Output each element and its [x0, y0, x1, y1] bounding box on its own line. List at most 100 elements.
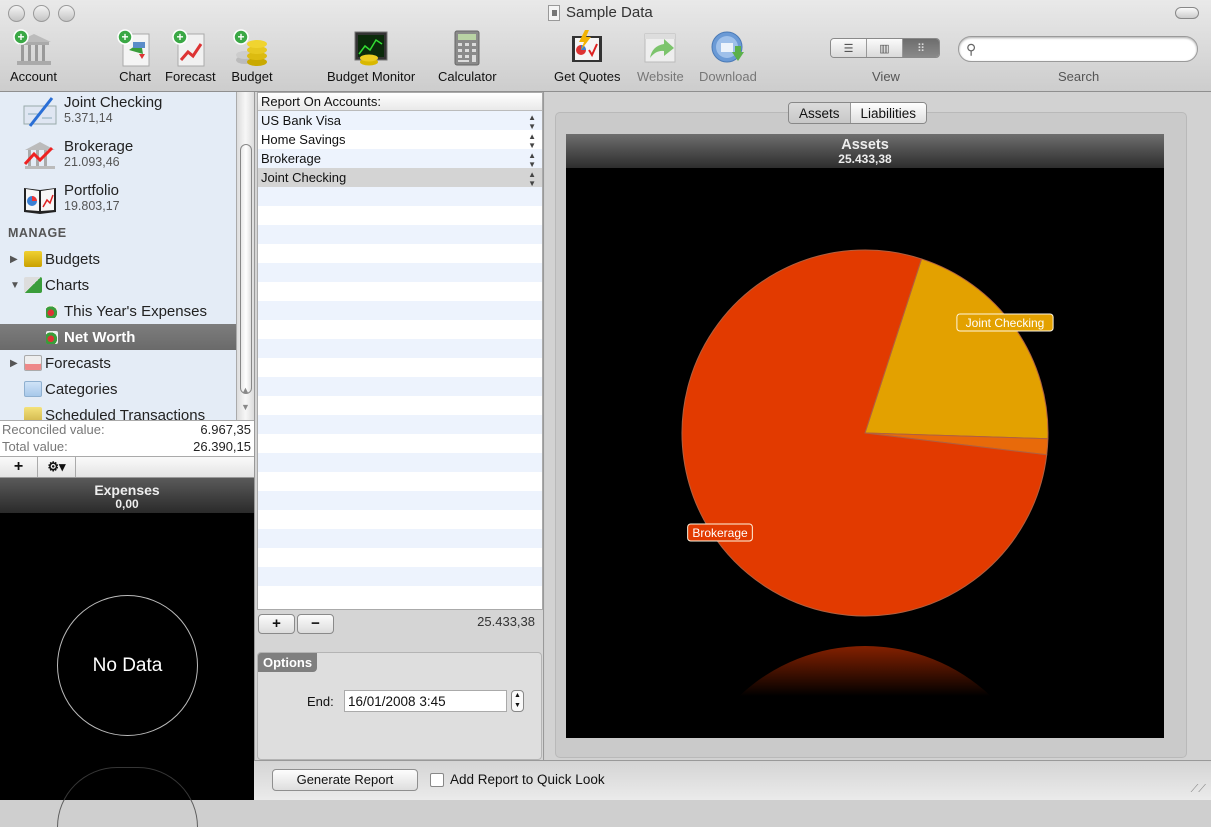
toolbar-account-button[interactable]: + Account [10, 28, 57, 84]
empty-row [258, 244, 542, 263]
sidebar-item-this-years-expenses[interactable]: This Year's Expenses [0, 298, 236, 324]
sidebar-scrollbar[interactable]: ▲ ▼ [236, 92, 254, 420]
add-account-button[interactable]: + [258, 614, 295, 634]
chart-subtitle: 25.433,38 [838, 152, 892, 166]
sidebar: Joint Checking 5.371,14 Brokerage 21.093,4… [0, 92, 236, 420]
disclosure-triangle-icon[interactable]: ▶ [10, 254, 20, 265]
scroll-down-arrow-icon[interactable]: ▼ [241, 402, 250, 412]
checking-account-icon [23, 97, 57, 127]
mini-chart-title: Expenses [94, 482, 160, 498]
empty-row [258, 567, 542, 586]
tab-assets[interactable]: Assets [789, 103, 851, 123]
toolbar-label: Download [699, 69, 757, 84]
account-popup-arrows-icon[interactable]: ▲ ▼ [528, 132, 536, 150]
zoom-button[interactable] [58, 5, 75, 22]
folder-icon [24, 381, 42, 397]
toolbar-download-button[interactable]: Download [699, 28, 757, 84]
account-popup-arrows-icon[interactable]: ▲ ▼ [528, 113, 536, 131]
empty-row [258, 491, 542, 510]
view-list-button[interactable]: ☰ [831, 39, 867, 57]
sidebar-item-forecasts[interactable]: ▶ Forecasts [0, 350, 236, 376]
quick-look-label[interactable]: Add Report to Quick Look [450, 772, 605, 787]
total-label: Total value: [2, 439, 68, 454]
svg-text:+: + [237, 30, 244, 44]
stepper-down-icon[interactable]: ▼ [512, 701, 523, 711]
sidebar-account-portfolio[interactable]: Portfolio 19.803,17 [22, 182, 120, 216]
remove-account-button[interactable]: − [297, 614, 334, 634]
pie-reflection [739, 646, 991, 696]
toolbar-label: Budget Monitor [327, 69, 416, 84]
resize-grip-icon[interactable]: ⟋⟋ [1191, 783, 1206, 796]
report-account-row[interactable]: Home Savings ▲ ▼ [258, 130, 542, 150]
add-forecast-icon: + [172, 29, 205, 67]
document-icon [548, 4, 560, 21]
scrollbar-thumb[interactable] [240, 144, 252, 394]
scroll-up-arrow-icon[interactable]: ▲ [241, 385, 250, 395]
account-popup-arrows-icon[interactable]: ▲ ▼ [528, 170, 536, 188]
stepper-up-icon[interactable]: ▲ [512, 691, 523, 701]
empty-row [258, 586, 542, 605]
report-accounts-header: Report On Accounts: [258, 93, 542, 111]
minimize-button[interactable] [33, 5, 50, 22]
search-input[interactable]: ⚲ [958, 36, 1198, 62]
add-budget-icon: + [233, 29, 267, 66]
view-coverflow-button[interactable]: ▥ [867, 39, 903, 57]
sidebar-item-charts[interactable]: ▼ Charts [0, 272, 236, 298]
chart-type-tabs: Assets Liabilities [788, 102, 928, 124]
view-label: View [872, 69, 900, 84]
window-controls [8, 5, 75, 22]
tab-liabilities[interactable]: Liabilities [850, 103, 927, 123]
close-button[interactable] [8, 5, 25, 22]
empty-row [258, 453, 542, 472]
sidebar-action-bar: + ⚙▾ [0, 456, 254, 478]
toolbar-website-button[interactable]: Website [637, 28, 684, 84]
sidebar-gear-menu-button[interactable]: ⚙▾ [38, 457, 76, 477]
report-settings-panel: Report On Accounts: US Bank Visa ▲ ▼ Home S… [254, 92, 544, 760]
report-account-row[interactable]: Joint Checking ▲ ▼ [258, 168, 542, 188]
toolbar-get-quotes-button[interactable]: Get Quotes [554, 28, 620, 84]
report-account-row[interactable]: Brokerage ▲ ▼ [258, 149, 542, 169]
sidebar-item-budgets[interactable]: ▶ Budgets [0, 246, 236, 272]
empty-row [258, 415, 542, 434]
view-grid-button[interactable]: ⠿ [903, 39, 939, 57]
options-label: Options [258, 653, 318, 672]
quick-look-checkbox[interactable] [430, 773, 444, 787]
sidebar-item-scheduled-transactions[interactable]: Scheduled Transactions [0, 402, 236, 420]
end-date-stepper[interactable]: ▲ ▼ [511, 690, 524, 712]
sidebar-item-label: Scheduled Transactions [45, 406, 206, 421]
toolbar-label: Website [637, 69, 684, 84]
mini-chart-header: Expenses 0,00 [0, 478, 254, 513]
no-data-reflection [57, 767, 198, 827]
sidebar-item-categories[interactable]: Categories [0, 376, 236, 402]
toolbar-forecast-button[interactable]: + Forecast [165, 28, 216, 84]
disclosure-triangle-icon[interactable]: ▶ [10, 358, 20, 369]
pie-label: Brokerage [692, 526, 748, 540]
toolbar-label: Get Quotes [554, 69, 621, 84]
coverflow-view-icon: ▥ [879, 42, 890, 55]
sidebar-add-button[interactable]: + [0, 457, 38, 477]
toolbar-budget-button[interactable]: + Budget [231, 28, 273, 84]
empty-row [258, 377, 542, 396]
sidebar-item-label: Charts [45, 276, 90, 294]
report-account-name: Brokerage [261, 151, 321, 166]
toolbar-toggle-button[interactable] [1175, 7, 1199, 19]
window-title-text: Sample Data [566, 4, 653, 21]
chart-panel: Assets Liabilities Assets 25.433,38 Join… [545, 92, 1211, 760]
toolbar-chart-button[interactable]: + Chart [115, 28, 155, 84]
report-account-row[interactable]: US Bank Visa ▲ ▼ [258, 111, 542, 131]
toolbar-calculator-button[interactable]: Calculator [438, 28, 497, 84]
generate-report-button[interactable]: Generate Report [272, 769, 418, 791]
pie-chart: Joint Checking Brokerage [681, 249, 1054, 696]
budget-monitor-icon [354, 31, 388, 66]
report-accounts-table: Report On Accounts: US Bank Visa ▲ ▼ Home S… [257, 92, 543, 610]
sidebar-account-joint-checking[interactable]: Joint Checking 5.371,14 [22, 94, 162, 128]
account-popup-arrows-icon[interactable]: ▲ ▼ [528, 151, 536, 169]
empty-row [258, 206, 542, 225]
disclosure-triangle-icon[interactable]: ▼ [10, 280, 20, 291]
sidebar-item-net-worth[interactable]: Net Worth [0, 324, 236, 350]
brokerage-account-icon [23, 142, 55, 169]
toolbar-budget-monitor-button[interactable]: Budget Monitor [327, 28, 415, 84]
sidebar-account-brokerage[interactable]: Brokerage 21.093,46 [22, 138, 133, 172]
sidebar-totals: Reconciled value: 6.967,35 Total value: 26… [0, 420, 254, 456]
end-date-field[interactable]: 16/01/2008 3:45 [344, 690, 507, 712]
